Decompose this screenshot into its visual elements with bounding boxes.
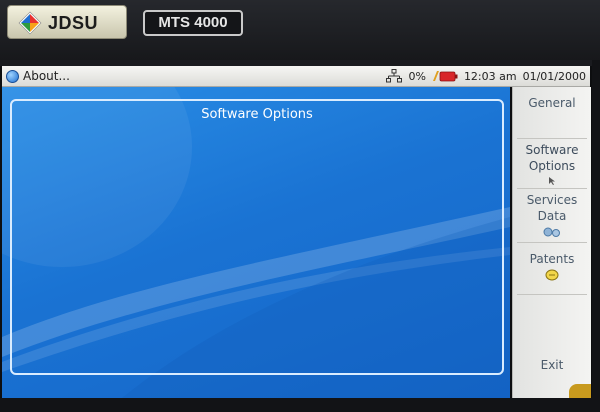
menu-services-data-button[interactable]: Services Data [517,189,587,243]
software-options-panel: Software Options [10,99,504,375]
status-area: 0% 12:03 am 01/01/2000 [386,68,586,84]
jdsu-logo-icon [18,11,42,35]
menu-patents-label: Patents [529,252,575,266]
about-menu[interactable]: About... [6,68,70,84]
model-label: MTS 4000 [143,10,243,36]
clock-time: 12:03 am [463,69,517,83]
corner-tab-icon[interactable] [569,384,591,398]
cursor-arrow-icon [549,177,555,185]
menu-software-options-button[interactable]: Software Options [517,139,587,189]
panel-title: Software Options [201,107,313,122]
services-gear-icon [543,227,560,237]
jdsu-logo: JDSU [7,5,127,39]
window-title: About... [23,69,70,83]
patents-seal-icon [545,269,559,281]
device-screen: About... 0% 12:03 am 01/01/2000 Software… [0,66,592,398]
device-bezel-top: JDSU MTS 4000 [0,0,600,60]
brand-name: JDSU [48,13,99,33]
menu-software-options-label: Software Options [525,143,579,173]
menu-patents-button[interactable]: Patents [517,243,587,295]
menu-general-label: General [528,96,576,110]
title-bar: About... 0% 12:03 am 01/01/2000 [2,66,590,87]
side-menu: General Software Options Services Data P… [512,87,591,398]
network-icon [386,69,403,83]
battery-percent: 0% [408,69,426,83]
info-icon [6,69,19,83]
menu-exit-button[interactable]: Exit [517,351,587,381]
menu-exit-label: Exit [540,358,564,372]
battery-icon [432,71,458,82]
device-bezel-bottom [0,398,600,412]
clock-date: 01/01/2000 [522,69,586,83]
menu-services-data-label: Services Data [526,193,578,223]
menu-general-button[interactable]: General [517,87,587,139]
content-area: Software Options [2,87,510,398]
device-bezel-right [592,60,600,412]
